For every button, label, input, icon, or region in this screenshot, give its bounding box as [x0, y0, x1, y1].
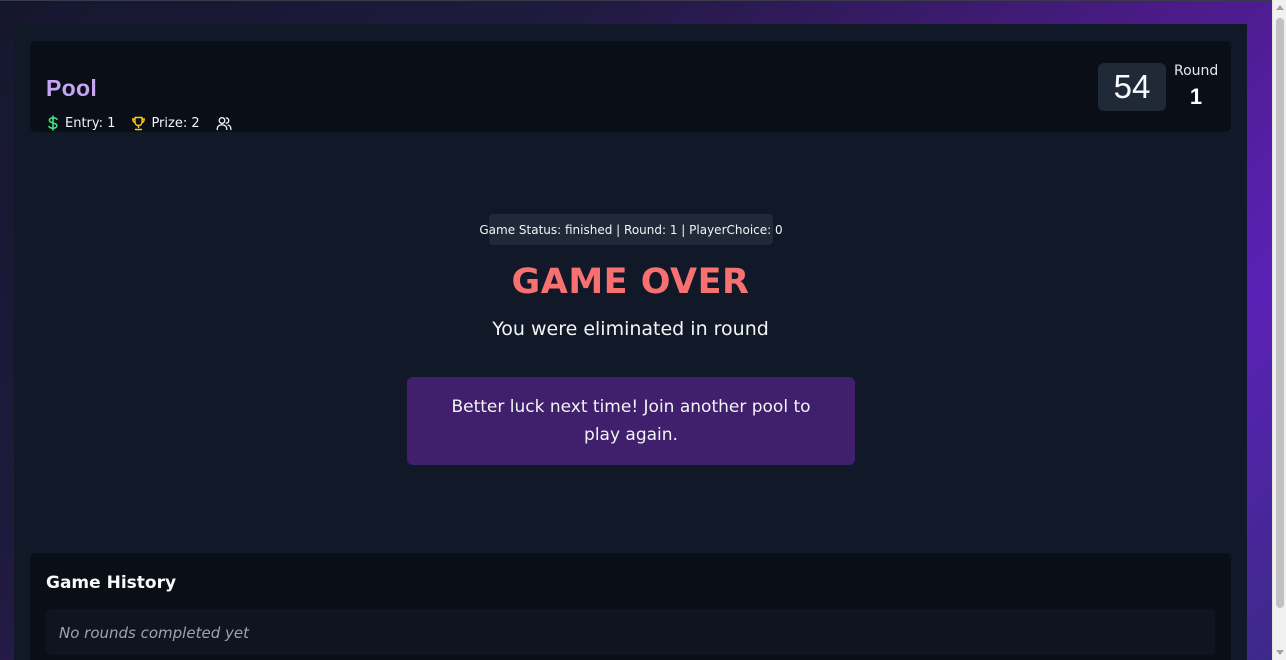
dollar-icon: [46, 115, 60, 131]
game-app: Pool Entry: 1 Prize: 2 54 Round 1 Game S…: [14, 24, 1247, 660]
elimination-message: You were eliminated in round: [492, 318, 769, 340]
trophy-icon: [131, 116, 146, 131]
prize-info: Prize: 2: [131, 115, 200, 131]
entry-label: Entry: 1: [65, 115, 116, 131]
players-info: [216, 116, 237, 131]
round-number: 1: [1189, 84, 1203, 109]
game-history-title: Game History: [46, 573, 177, 593]
round-label: Round: [1174, 63, 1219, 79]
countdown-timer: 54: [1098, 63, 1166, 111]
entry-info: Entry: 1: [46, 115, 115, 131]
pool-meta: Entry: 1 Prize: 2: [46, 114, 253, 132]
page-scrollbar[interactable]: [1272, 0, 1286, 660]
window-top-border: [0, 0, 1286, 1]
pool-header: Pool Entry: 1 Prize: 2 54 Round 1: [30, 41, 1231, 132]
scroll-down-icon[interactable]: [1276, 650, 1284, 655]
pool-title: Pool: [46, 75, 98, 101]
try-again-message: Better luck next time! Join another pool…: [407, 377, 855, 465]
game-history-panel: Game History No rounds completed yet: [30, 553, 1231, 660]
game-status-badge: Game Status: finished | Round: 1 | Playe…: [479, 214, 783, 245]
users-icon: [216, 116, 232, 131]
history-empty-state: No rounds completed yet: [46, 609, 1215, 655]
game-over-heading: GAME OVER: [511, 262, 750, 302]
scroll-up-icon[interactable]: [1276, 5, 1284, 10]
prize-label: Prize: 2: [151, 115, 200, 131]
scroll-thumb[interactable]: [1276, 18, 1284, 608]
